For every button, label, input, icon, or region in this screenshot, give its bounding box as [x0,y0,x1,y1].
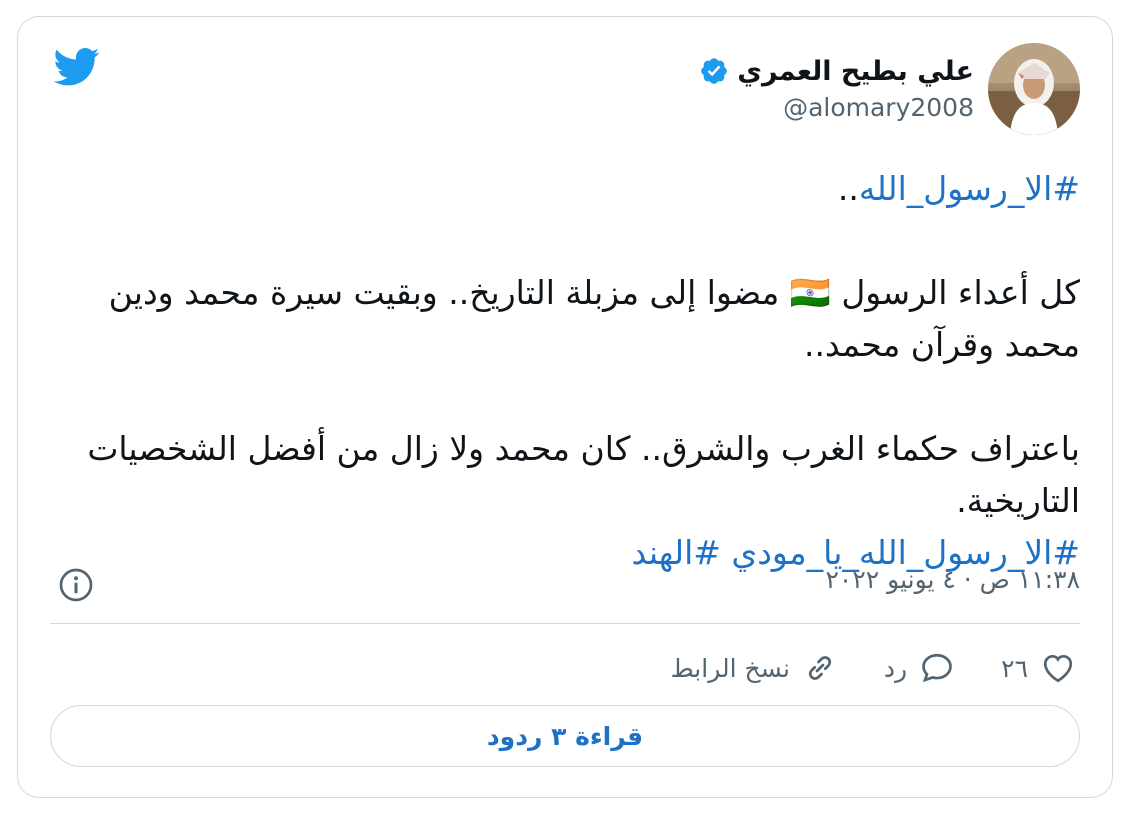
tweet-timestamp[interactable]: ١١:٣٨ ص · ٤ يونيو ٢٠٢٢ [826,565,1081,594]
copy-link-button[interactable]: نسخ الرابط [671,650,838,686]
timestamp-row: ١١:٣٨ ص · ٤ يونيو ٢٠٢٢ [54,565,1080,605]
tweet-card: علي بطيح العمري @alomary2008 #الا_رسول_ا… [17,16,1113,798]
copy-link-label: نسخ الرابط [670,653,790,683]
reply-button[interactable]: رد [884,650,955,686]
link-icon [808,656,832,680]
info-icon[interactable] [58,567,94,603]
divider [50,623,1080,624]
twitter-logo-icon[interactable] [54,47,100,87]
hashtag-link[interactable]: #الا_رسول_الله [859,169,1080,208]
reply-bubble-icon [922,653,952,683]
avatar-photo [988,43,1080,135]
tweet-actions: ٢٦ رد نسخ الرابط [671,645,1076,691]
read-replies-button[interactable]: قراءة ٣ ردود [50,705,1080,767]
tweet-paragraph: كل أعداء الرسول 🇮🇳 مضوا إلى مزبلة التاري… [108,273,1080,364]
tweet-text: #الا_رسول_الله.. كل أعداء الرسول 🇮🇳 مضوا… [80,163,1080,579]
tweet-paragraph: باعتراف حكماء الغرب والشرق.. كان محمد ول… [87,429,1080,520]
author-name[interactable]: علي بطيح العمري [737,56,974,87]
like-count: ٢٦ [1001,653,1028,683]
read-replies-label: قراءة ٣ ردود [486,721,644,751]
hashtag-suffix: .. [837,169,859,208]
author-block: علي بطيح العمري @alomary2008 [699,53,974,122]
reply-label: رد [883,653,908,683]
heart-icon [1043,654,1073,683]
verified-badge-icon [701,58,728,84]
like-button[interactable]: ٢٦ [1001,650,1076,686]
author-handle[interactable]: @alomary2008 [699,93,974,122]
avatar[interactable] [988,43,1080,135]
